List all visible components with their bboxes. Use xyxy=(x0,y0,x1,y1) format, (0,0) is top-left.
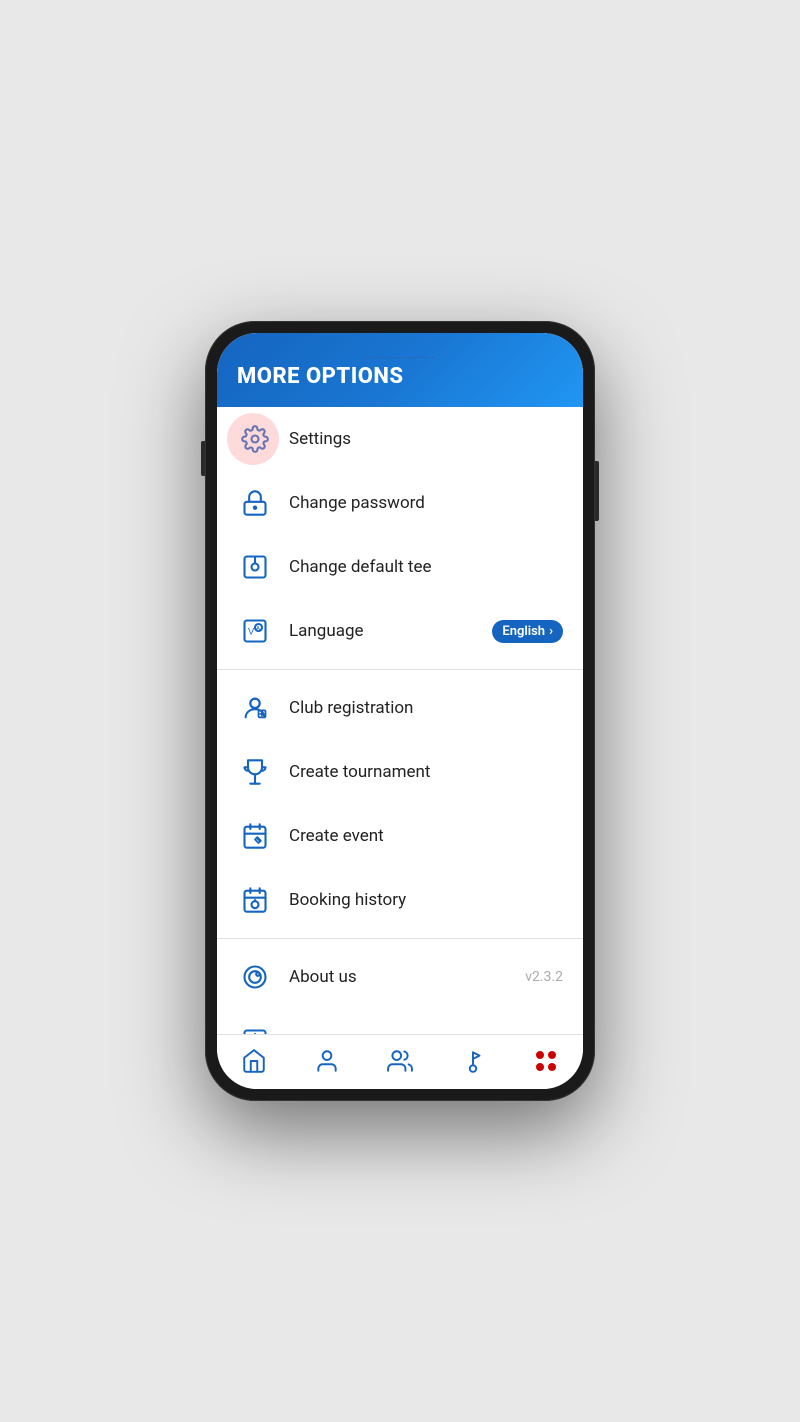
change-password-label: Change password xyxy=(289,493,563,513)
page-title: MORE OPTIONS xyxy=(237,364,563,389)
dot-2 xyxy=(548,1051,556,1059)
change-password-menu-item[interactable]: Change password xyxy=(217,471,583,535)
support-icon xyxy=(237,1023,273,1034)
change-default-tee-label: Change default tee xyxy=(289,557,563,577)
lock-icon xyxy=(237,485,273,521)
menu-content: Settings Change password xyxy=(217,407,583,1034)
language-menu-item[interactable]: V A Language English › xyxy=(217,599,583,663)
phone-screen: ····················· MORE OPTIONS Setti… xyxy=(217,333,583,1089)
dot-4 xyxy=(548,1063,556,1071)
settings-label: Settings xyxy=(289,429,563,449)
about-us-label: About us xyxy=(289,967,525,987)
language-badge-arrow: › xyxy=(549,624,553,639)
dots-icon xyxy=(532,1047,560,1075)
language-badge[interactable]: English › xyxy=(492,620,563,643)
nav-group[interactable] xyxy=(363,1043,436,1079)
divider-1 xyxy=(217,669,583,670)
nav-golf[interactable] xyxy=(437,1043,510,1079)
group-icon xyxy=(386,1047,414,1075)
language-badge-text: English xyxy=(502,624,545,639)
person-badge-icon xyxy=(237,690,273,726)
dot-3 xyxy=(536,1063,544,1071)
header: ····················· MORE OPTIONS xyxy=(217,333,583,407)
support-menu-item[interactable]: Support xyxy=(217,1009,583,1034)
nav-home[interactable] xyxy=(217,1043,290,1079)
booking-history-label: Booking history xyxy=(289,890,563,910)
edit-calendar-icon xyxy=(237,818,273,854)
grid-dots-container xyxy=(536,1051,556,1071)
bottom-navigation xyxy=(217,1034,583,1089)
language-label: Language xyxy=(289,621,492,641)
person-icon xyxy=(313,1047,341,1075)
support-label: Support xyxy=(289,1031,563,1034)
svg-text:A: A xyxy=(256,626,260,632)
nav-profile[interactable] xyxy=(290,1043,363,1079)
create-event-menu-item[interactable]: Create event xyxy=(217,804,583,868)
gear-icon xyxy=(237,421,273,457)
create-event-label: Create event xyxy=(289,826,563,846)
club-registration-menu-item[interactable]: Club registration xyxy=(217,676,583,740)
golf-pin-icon xyxy=(459,1047,487,1075)
booking-history-menu-item[interactable]: Booking history xyxy=(217,868,583,932)
watermark-text: ····················· xyxy=(237,351,563,364)
create-tournament-menu-item[interactable]: Create tournament xyxy=(217,740,583,804)
version-text: v2.3.2 xyxy=(525,969,563,985)
dot-1 xyxy=(536,1051,544,1059)
divider-2 xyxy=(217,938,583,939)
nav-more[interactable] xyxy=(510,1043,583,1079)
booking-icon xyxy=(237,882,273,918)
trophy-icon xyxy=(237,754,273,790)
tee-icon xyxy=(237,549,273,585)
change-default-tee-menu-item[interactable]: Change default tee xyxy=(217,535,583,599)
phone-frame: ····················· MORE OPTIONS Setti… xyxy=(205,321,595,1101)
home-icon xyxy=(240,1047,268,1075)
settings-menu-item[interactable]: Settings xyxy=(217,407,583,471)
create-tournament-label: Create tournament xyxy=(289,762,563,782)
golf-logo-icon xyxy=(237,959,273,995)
club-registration-label: Club registration xyxy=(289,698,563,718)
language-icon: V A xyxy=(237,613,273,649)
about-us-menu-item[interactable]: About us v2.3.2 xyxy=(217,945,583,1009)
svg-text:V: V xyxy=(248,627,255,637)
